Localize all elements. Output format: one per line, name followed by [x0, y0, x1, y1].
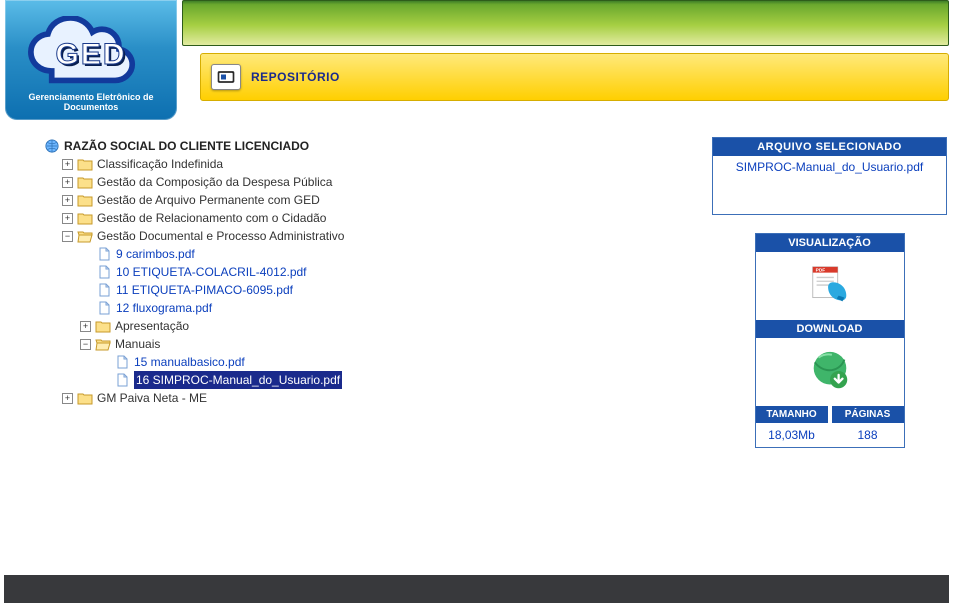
folder-icon — [77, 157, 93, 171]
folder-icon — [77, 211, 93, 225]
tree-file[interactable]: 9 carimbos.pdf — [80, 245, 686, 263]
collapse-icon[interactable]: − — [80, 339, 91, 350]
file-icon — [96, 247, 112, 261]
expand-icon[interactable]: + — [62, 213, 73, 224]
tree-children: 15 manualbasico.pdf 16 SIMPROC-Manual_do… — [80, 353, 686, 389]
expand-icon[interactable]: + — [62, 393, 73, 404]
folder-icon — [77, 391, 93, 405]
footer-bar — [4, 575, 949, 603]
folder-open-icon — [77, 229, 93, 243]
expand-icon[interactable]: + — [62, 177, 73, 188]
document-tree: RAZÃO SOCIAL DO CLIENTE LICENCIADO +Clas… — [44, 137, 686, 407]
folder-open-icon — [95, 337, 111, 351]
folder-icon — [95, 319, 111, 333]
tree-file-selected[interactable]: 16 SIMPROC-Manual_do_Usuario.pdf — [98, 371, 686, 389]
pages-value: 188 — [832, 423, 904, 447]
tree-children: +Classificação Indefinida +Gestão da Com… — [44, 155, 686, 407]
tree-folder[interactable]: +Classificação Indefinida — [62, 155, 686, 173]
tree-folder[interactable]: +Gestão da Composição da Despesa Pública — [62, 173, 686, 191]
expand-icon[interactable]: + — [62, 195, 73, 206]
tree-file[interactable]: 12 fluxograma.pdf — [80, 299, 686, 317]
tree-file[interactable]: 10 ETIQUETA-COLACRIL-4012.pdf — [80, 263, 686, 281]
folder-icon — [77, 175, 93, 189]
repository-label: REPOSITÓRIO — [251, 70, 340, 84]
size-header: TAMANHO — [756, 406, 828, 423]
preview-panel: VISUALIZAÇÃO PDF DOWNLOAD — [755, 233, 905, 448]
tree-file[interactable]: 15 manualbasico.pdf — [98, 353, 686, 371]
collapse-icon[interactable]: − — [62, 231, 73, 242]
file-icon — [96, 283, 112, 297]
file-icon — [114, 373, 130, 387]
repository-icon — [211, 64, 241, 90]
file-icon — [96, 301, 112, 315]
globe-icon — [44, 139, 60, 153]
tree-folder-open[interactable]: −Manuais — [80, 335, 686, 353]
expand-icon[interactable]: + — [62, 159, 73, 170]
selected-file-name: SIMPROC-Manual_do_Usuario.pdf — [713, 156, 946, 214]
tree-children: 9 carimbos.pdf 10 ETIQUETA-COLACRIL-4012… — [62, 245, 686, 389]
top-gradient-band — [182, 0, 949, 46]
expand-icon[interactable]: + — [80, 321, 91, 332]
tree-root-label: RAZÃO SOCIAL DO CLIENTE LICENCIADO — [64, 137, 309, 155]
svg-text:PDF: PDF — [815, 268, 825, 274]
pages-header: PÁGINAS — [832, 406, 904, 423]
brand-panel: GED Gerenciamento Eletrônico de Document… — [5, 0, 177, 120]
brand-logo: GED — [24, 16, 159, 88]
download-header: DOWNLOAD — [756, 320, 904, 338]
repository-banner: REPOSITÓRIO — [200, 53, 949, 101]
tree-root[interactable]: RAZÃO SOCIAL DO CLIENTE LICENCIADO — [44, 137, 686, 155]
download-button[interactable] — [807, 350, 853, 390]
preview-button[interactable]: PDF — [807, 264, 853, 304]
file-icon — [96, 265, 112, 279]
preview-header: VISUALIZAÇÃO — [756, 234, 904, 252]
file-icon — [114, 355, 130, 369]
size-value: 18,03Mb — [756, 423, 828, 447]
tree-folder[interactable]: +Gestão de Arquivo Permanente com GED — [62, 191, 686, 209]
tree-folder[interactable]: +GM Paiva Neta - ME — [62, 389, 686, 407]
brand-acronym: GED — [24, 38, 159, 72]
folder-icon — [77, 193, 93, 207]
file-info-row: TAMANHO 18,03Mb PÁGINAS 188 — [756, 406, 904, 447]
selected-file-header: ARQUIVO SELECIONADO — [713, 138, 946, 156]
tree-folder[interactable]: +Apresentação — [80, 317, 686, 335]
tree-folder-open[interactable]: −Gestão Documental e Processo Administra… — [62, 227, 686, 245]
tree-folder[interactable]: +Gestão de Relacionamento com o Cidadão — [62, 209, 686, 227]
brand-subtitle: Gerenciamento Eletrônico de Documentos — [5, 92, 177, 112]
tree-file[interactable]: 11 ETIQUETA-PIMACO-6095.pdf — [80, 281, 686, 299]
side-panel: ARQUIVO SELECIONADO SIMPROC-Manual_do_Us… — [712, 137, 947, 448]
selected-file-panel: ARQUIVO SELECIONADO SIMPROC-Manual_do_Us… — [712, 137, 947, 215]
